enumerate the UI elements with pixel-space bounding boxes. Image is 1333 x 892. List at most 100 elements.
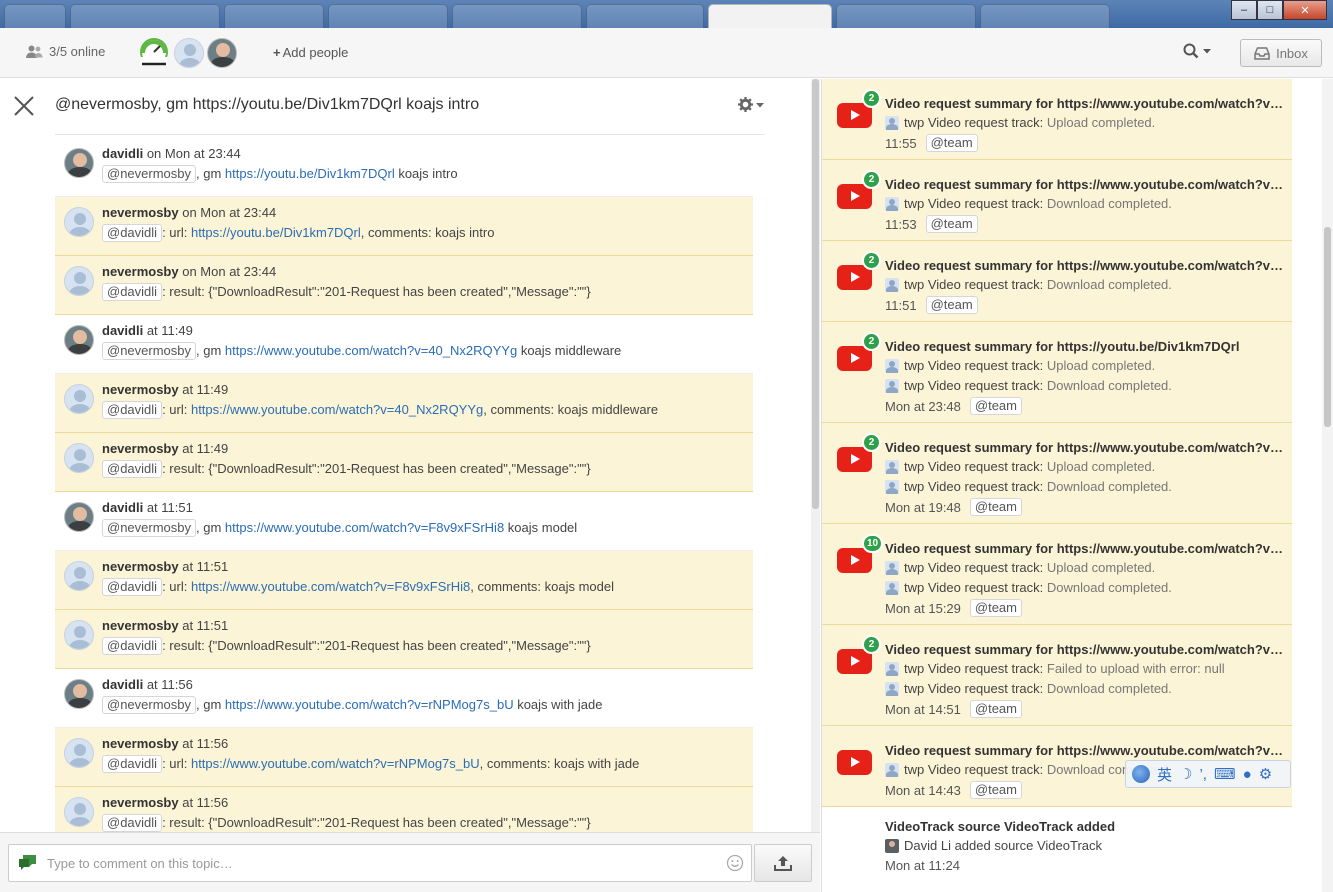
author-avatar[interactable] — [64, 561, 94, 591]
message-link[interactable]: https://www.youtube.com/watch?v=40_Nx2RQ… — [225, 343, 517, 358]
moon-icon[interactable]: ☽ — [1179, 765, 1192, 783]
notification-title[interactable]: VideoTrack source VideoTrack added — [885, 819, 1115, 834]
maximize-button[interactable]: □ — [1257, 0, 1283, 20]
team-tag[interactable]: @team — [925, 134, 978, 152]
notification-title[interactable]: Video request summary for https://www.yo… — [885, 541, 1283, 556]
notification-item[interactable]: 2 Video request summary for https://www.y… — [822, 160, 1292, 241]
team-tag[interactable]: @team — [969, 781, 1022, 799]
member-avatar[interactable] — [174, 38, 204, 68]
ime-toolbar[interactable]: 英 ☽ ’, ⌨ ● ⚙ — [1125, 760, 1291, 788]
notification-scrollbar[interactable] — [1322, 79, 1333, 892]
minimize-button[interactable]: – — [1231, 0, 1257, 20]
message-row[interactable]: nevermosby at 11:49 @davidli: url: https:… — [55, 374, 753, 433]
message-row[interactable]: davidli at 11:51 @nevermosby, gm https://… — [55, 492, 753, 551]
mention-chip[interactable]: @davidli — [102, 755, 163, 773]
team-tag[interactable]: @team — [925, 296, 978, 314]
notification-title[interactable]: Video request summary for https://www.yo… — [885, 258, 1283, 273]
message-row[interactable]: nevermosby at 11:56 @davidli: result: {"D… — [55, 787, 753, 832]
message-row[interactable]: nevermosby at 11:56 @davidli: url: https:… — [55, 728, 753, 787]
ime-settings-icon[interactable]: ⚙ — [1259, 765, 1272, 783]
notification-item[interactable]: 10 Video request summary for https://www.… — [822, 524, 1292, 625]
keyboard-icon[interactable]: ⌨ — [1214, 765, 1236, 783]
message-row[interactable]: davidli at 11:56 @nevermosby, gm https://… — [55, 669, 753, 728]
message-row[interactable]: nevermosby on Mon at 23:44 @davidli: resu… — [55, 256, 753, 315]
notification-title[interactable]: Video request summary for https://www.yo… — [885, 743, 1283, 758]
author-avatar[interactable] — [64, 620, 94, 650]
emoji-icon[interactable] — [726, 854, 744, 872]
team-tag[interactable]: @team — [969, 599, 1022, 617]
mention-chip[interactable]: @davidli — [102, 224, 163, 242]
message-link[interactable]: https://www.youtube.com/watch?v=F8v9xFSr… — [191, 579, 470, 594]
message-author[interactable]: nevermosby — [102, 559, 179, 574]
mention-chip[interactable]: @davidli — [102, 401, 163, 419]
mention-chip[interactable]: @nevermosby — [102, 696, 197, 714]
browser-tab[interactable] — [328, 4, 448, 28]
message-link[interactable]: https://www.youtube.com/watch?v=rNPMog7s… — [191, 756, 480, 771]
comment-input[interactable] — [47, 853, 707, 873]
notification-item[interactable]: 2 Video request summary for https://www.y… — [822, 423, 1292, 524]
thread-scrollbar-thumb[interactable] — [812, 79, 819, 509]
notification-scrollbar-thumb[interactable] — [1324, 227, 1331, 427]
browser-tab[interactable] — [452, 4, 582, 28]
notification-title[interactable]: Video request summary for https://www.yo… — [885, 642, 1283, 657]
author-avatar[interactable] — [64, 207, 94, 237]
thread-scrollbar[interactable] — [811, 79, 820, 832]
notification-item[interactable]: 2 Video request summary for https://youtu… — [822, 322, 1292, 423]
message-row[interactable]: nevermosby at 11:51 @davidli: url: https:… — [55, 551, 753, 610]
message-author[interactable]: davidli — [102, 146, 143, 161]
message-row[interactable]: nevermosby on Mon at 23:44 @davidli: url:… — [55, 197, 753, 256]
message-author[interactable]: nevermosby — [102, 382, 179, 397]
mention-chip[interactable]: @davidli — [102, 637, 163, 655]
browser-tab-active[interactable] — [708, 4, 832, 28]
mention-chip[interactable]: @nevermosby — [102, 165, 197, 183]
notification-title[interactable]: Video request summary for https://www.yo… — [885, 96, 1283, 111]
add-people-button[interactable]: + Add people — [273, 45, 348, 60]
author-avatar-photo[interactable] — [64, 325, 94, 355]
close-icon[interactable] — [12, 94, 36, 118]
message-author[interactable]: nevermosby — [102, 736, 179, 751]
window-close-button[interactable]: ✕ — [1283, 0, 1327, 20]
notification-item[interactable]: VideoTrack source VideoTrack added David … — [822, 807, 1292, 887]
search-button[interactable] — [1183, 43, 1212, 59]
author-avatar-photo[interactable] — [64, 679, 94, 709]
author-avatar-photo[interactable] — [64, 502, 94, 532]
notification-item[interactable]: 2 Video request summary for https://www.y… — [822, 625, 1292, 726]
team-tag[interactable]: @team — [969, 397, 1022, 415]
notification-title[interactable]: Video request summary for https://www.yo… — [885, 177, 1283, 192]
author-avatar[interactable] — [64, 797, 94, 827]
team-tag[interactable]: @team — [969, 700, 1022, 718]
ime-mode[interactable]: 英 — [1157, 764, 1172, 785]
mention-chip[interactable]: @davidli — [102, 578, 163, 596]
mention-chip[interactable]: @davidli — [102, 283, 163, 301]
message-author[interactable]: nevermosby — [102, 795, 179, 810]
browser-tab[interactable] — [4, 4, 66, 28]
message-link[interactable]: https://www.youtube.com/watch?v=rNPMog7s… — [225, 697, 514, 712]
team-logo[interactable] — [138, 38, 170, 68]
message-author[interactable]: davidli — [102, 677, 143, 692]
notification-title[interactable]: Video request summary for https://www.yo… — [885, 440, 1283, 455]
notification-item[interactable]: 2 Video request summary for https://www.y… — [822, 241, 1292, 322]
notification-item[interactable]: 2 Video request summary for https://www.y… — [822, 79, 1292, 160]
message-link[interactable]: https://youtu.be/Div1km7DQrl — [225, 166, 395, 181]
mention-chip[interactable]: @nevermosby — [102, 519, 197, 537]
message-author[interactable]: nevermosby — [102, 205, 179, 220]
message-row[interactable]: davidli at 11:49 @nevermosby, gm https://… — [55, 315, 753, 374]
mention-chip[interactable]: @davidli — [102, 814, 163, 832]
punctuation-icon[interactable]: ’, — [1199, 766, 1207, 783]
inbox-button[interactable]: Inbox — [1240, 39, 1322, 67]
microphone-icon[interactable]: ● — [1243, 766, 1252, 783]
author-avatar[interactable] — [64, 738, 94, 768]
message-link[interactable]: https://www.youtube.com/watch?v=F8v9xFSr… — [225, 520, 504, 535]
team-tag[interactable]: @team — [969, 498, 1022, 516]
online-indicator[interactable]: 3/5 online — [26, 44, 105, 59]
message-author[interactable]: nevermosby — [102, 441, 179, 456]
browser-tab[interactable] — [980, 4, 1110, 28]
team-tag[interactable]: @team — [925, 215, 978, 233]
message-link[interactable]: https://www.youtube.com/watch?v=40_Nx2RQ… — [191, 402, 483, 417]
upload-button[interactable] — [754, 844, 812, 882]
member-avatar-photo[interactable] — [207, 38, 237, 68]
browser-tab[interactable] — [70, 4, 220, 28]
mention-chip[interactable]: @davidli — [102, 460, 163, 478]
browser-tab[interactable] — [586, 4, 704, 28]
message-row[interactable]: nevermosby at 11:49 @davidli: result: {"D… — [55, 433, 753, 492]
